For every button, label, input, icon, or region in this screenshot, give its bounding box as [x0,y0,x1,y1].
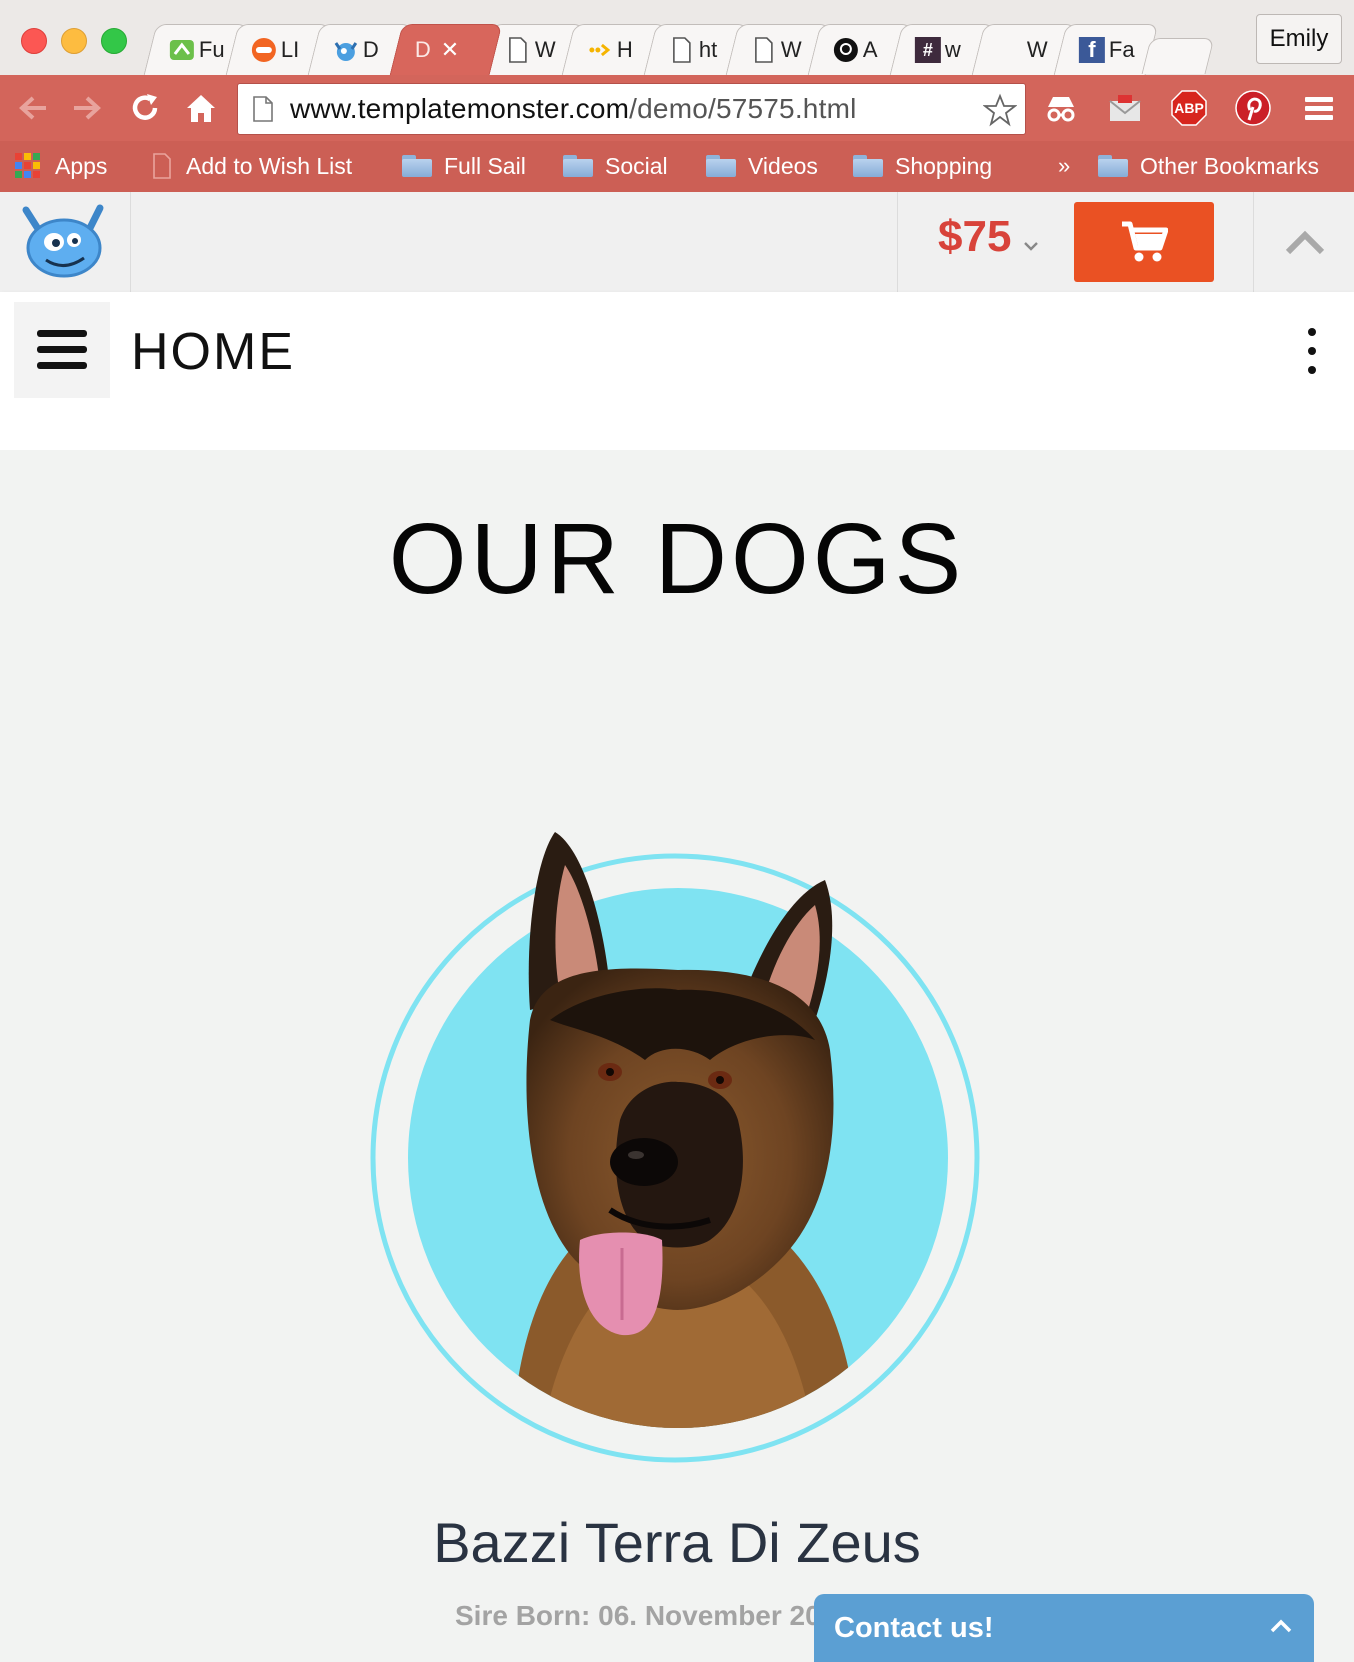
bookmark-apps[interactable]: Apps [15,150,107,182]
more-options-icon[interactable] [1300,326,1324,376]
folder-icon [402,155,432,177]
bookmark-folder-full-sail[interactable]: Full Sail [402,150,526,182]
bookmark-star-icon[interactable] [983,93,1017,127]
browser-tab-active[interactable]: D ✕ [389,24,503,75]
home-icon[interactable] [184,91,218,125]
arrow-icon [587,37,613,63]
templatemonster-demo-bar: $75 [0,192,1354,292]
forward-icon[interactable] [70,91,104,125]
browser-tab-strip: Fu LI D D ✕ W H ht W A # w W f Fa Emily [0,0,1354,75]
page-title: HOME [131,323,295,381]
zoom-window-button[interactable] [101,28,127,54]
page-icon [751,37,777,63]
chrome-menu-icon[interactable] [1300,89,1338,127]
close-window-button[interactable] [21,28,47,54]
price-section: $75 [897,192,1254,292]
incognito-icon[interactable] [1042,89,1080,127]
address-bar[interactable]: www.templatemonster.com/demo/57575.html [237,83,1026,135]
ninja-icon [251,37,277,63]
templatemonster-icon [333,37,359,63]
hamburger-icon [37,330,87,369]
bookmarks-bar: Apps Add to Wish List Full Sail Social V… [0,141,1354,193]
bookmark-folder-social[interactable]: Social [563,150,668,182]
collapse-arrow-icon[interactable] [1280,218,1330,268]
hamburger-menu-button[interactable] [14,302,110,398]
pinterest-icon[interactable] [1234,89,1272,127]
github-icon [833,37,859,63]
adblock-icon[interactable]: ABP [1170,89,1208,127]
dog-birth-info: Sire Born: 06. November 201 [455,1600,837,1631]
section-heading: OUR DOGS [388,503,966,615]
bookmark-wishlist[interactable]: Add to Wish List [152,150,352,182]
page-icon [253,96,273,122]
price-dropdown[interactable]: $75 [938,212,1011,262]
back-icon[interactable] [16,91,50,125]
profile-button[interactable]: Emily [1256,14,1342,64]
apps-grid-icon [15,153,40,178]
mail-icon[interactable] [1106,89,1144,127]
facebook-icon: f [1078,37,1105,63]
page-icon [153,153,171,179]
page-icon [669,37,695,63]
templatemonster-logo[interactable] [0,192,131,292]
minimize-window-button[interactable] [61,28,87,54]
chevron-up-icon [1270,1619,1292,1633]
cart-icon [1122,221,1168,262]
site-navbar: HOME [0,292,1354,406]
folder-icon [853,155,883,177]
dog-name[interactable]: Bazzi Terra Di Zeus [0,1510,1354,1575]
bookmark-folder-other[interactable]: Other Bookmarks [1098,150,1319,182]
close-tab-icon[interactable]: ✕ [441,37,459,63]
folder-icon [563,155,593,177]
monster-logo-icon [22,204,104,278]
header-spacer [0,406,1354,450]
add-to-cart-button[interactable] [1074,202,1214,282]
our-dogs-section: OUR DOGS Bazzi Terra Di Zeus Sire Born: … [0,450,1354,1662]
browser-toolbar: www.templatemonster.com/demo/57575.html … [0,75,1354,141]
folder-icon [1098,155,1128,177]
page-icon [505,37,531,63]
slack-icon: # [914,37,941,63]
bookmark-folder-videos[interactable]: Videos [706,150,818,182]
contact-label: Contact us! [834,1611,994,1644]
reload-icon[interactable] [128,91,162,125]
bookmarks-overflow-button[interactable]: » [1058,150,1070,182]
new-tab-button[interactable] [1141,38,1215,74]
chevron-down-icon [1024,242,1038,251]
feedly-icon [169,37,195,63]
bookmark-folder-shopping[interactable]: Shopping [853,150,992,182]
dog-photo[interactable] [360,790,990,1490]
url-text: www.templatemonster.com/demo/57575.html [290,93,857,124]
folder-icon [706,155,736,177]
contact-us-widget[interactable]: Contact us! [814,1594,1314,1662]
